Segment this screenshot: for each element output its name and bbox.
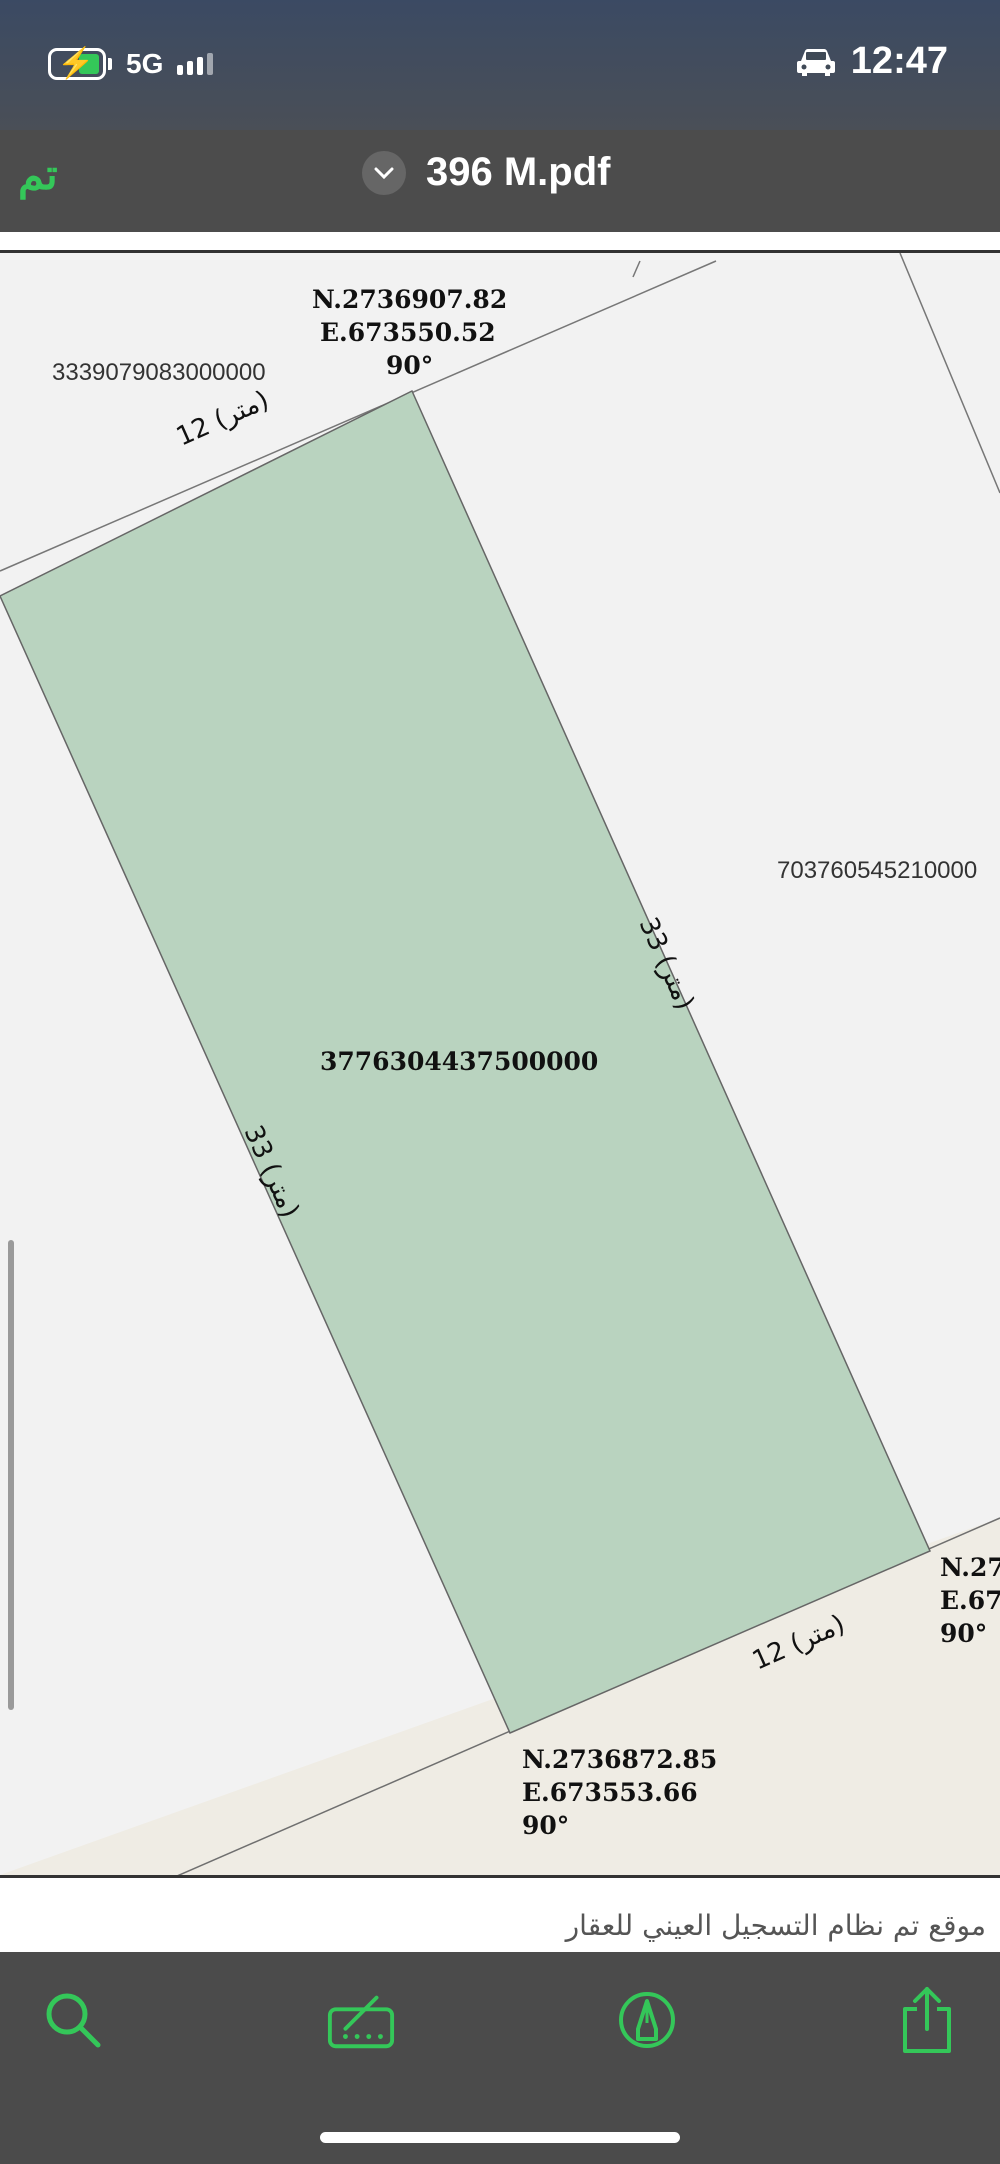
- bottom-corner-north: N.2736872.85: [522, 1745, 718, 1774]
- next-page-text: موقع تم نظام التسجيل العيني للعقار: [565, 1909, 986, 1942]
- clock: 12:47: [850, 40, 948, 82]
- right-parcel-number: 703760545210000: [777, 857, 978, 884]
- pdf-viewer[interactable]: N.2736907.82 E.673550.52 90° 33390790830…: [0, 232, 1000, 1952]
- network-label: 5G: [126, 48, 164, 79]
- top-corner-east: E.673550.52: [320, 318, 496, 347]
- right-corner-angle: 90°: [940, 1619, 988, 1648]
- pen-circle-icon: [619, 1992, 675, 2048]
- parcel-number: 3776304437500000: [320, 1047, 599, 1076]
- right-corner-east: E.67: [940, 1586, 1000, 1615]
- markup-icon: [327, 1995, 395, 2049]
- top-corner-north: N.2736907.82: [312, 285, 508, 314]
- right-corner-north: N.27: [940, 1553, 1000, 1582]
- done-button[interactable]: تم: [18, 150, 58, 199]
- bottom-corner-east: E.673553.66: [522, 1778, 698, 1807]
- share-button[interactable]: [892, 1985, 962, 2055]
- status-left: ⚡ 5G: [48, 44, 214, 84]
- car-icon: [796, 48, 835, 76]
- next-page-preview: موقع تم نظام التسجيل العيني للعقار: [0, 1887, 1000, 1952]
- document-title-button[interactable]: 396 M.pdf: [362, 150, 610, 195]
- annotate-button[interactable]: [612, 1985, 682, 2055]
- chevron-down-icon: [362, 150, 406, 195]
- pdf-page: N.2736907.82 E.673550.52 90° 33390790830…: [0, 250, 1000, 1878]
- top-corner-angle: 90°: [386, 351, 434, 380]
- search-button[interactable]: [38, 1985, 108, 2055]
- top-left-parcel-number: 3339079083000000: [52, 359, 266, 386]
- neighbor-line-1: [632, 260, 641, 278]
- battery-nub: [108, 58, 112, 70]
- home-indicator[interactable]: [320, 2132, 680, 2143]
- search-icon: [46, 1993, 101, 2048]
- status-right: 12:47: [795, 40, 948, 83]
- share-icon: [903, 1987, 951, 2053]
- markup-button[interactable]: [326, 1985, 396, 2055]
- status-bar: ⚡ 5G 12:47: [0, 0, 1000, 130]
- document-title: 396 M.pdf: [426, 150, 611, 194]
- battery-charging-icon: ⚡: [48, 47, 106, 80]
- bottom-corner-angle: 90°: [522, 1811, 570, 1840]
- scroll-indicator[interactable]: [8, 1240, 14, 1710]
- signal-icon: [177, 53, 214, 75]
- neighbor-line-2: [899, 253, 1000, 494]
